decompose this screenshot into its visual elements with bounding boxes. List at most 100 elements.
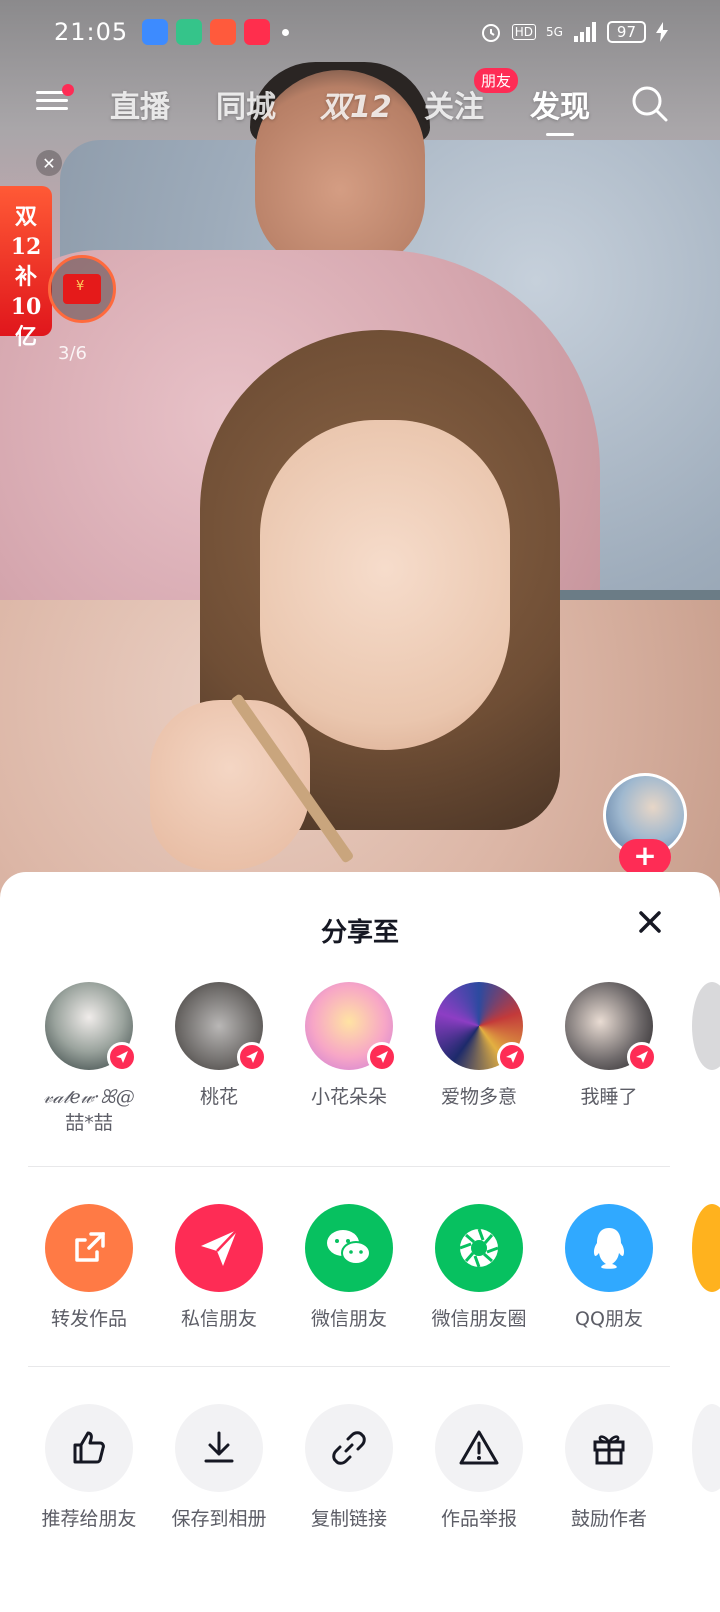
notification-dot (62, 84, 74, 96)
menu-button[interactable] (36, 84, 74, 116)
reward-author-button[interactable]: 鼓励作者 (544, 1404, 674, 1532)
share-targets-row: 转发作品 私信朋友 微信朋友 微信朋友圈 QQ朋友 (0, 1204, 720, 1344)
contact-item[interactable]: 小花朵朵 (284, 982, 414, 1110)
network-indicator: 5G (545, 25, 563, 39)
action-label: 复制链接 (310, 1508, 387, 1530)
gift-icon (565, 1404, 653, 1492)
video-player[interactable] (0, 0, 720, 920)
battery-indicator: 97 (606, 21, 646, 43)
share-moments-button[interactable]: 微信朋友圈 (414, 1204, 544, 1332)
action-label: 推荐给朋友 (41, 1508, 137, 1530)
avatar (565, 982, 657, 1072)
promo-line: 亿 (14, 324, 37, 350)
promo-count: 3/6 (58, 343, 87, 364)
friends-badge: 朋友 (474, 68, 519, 93)
signal-icon (573, 22, 596, 42)
avatar (175, 982, 267, 1072)
avatar (305, 982, 397, 1072)
send-icon (175, 1204, 263, 1292)
warning-icon (435, 1404, 523, 1492)
send-icon (627, 1042, 657, 1072)
tab-live[interactable]: 直播 (110, 82, 170, 126)
tab-local[interactable]: 同城 (216, 82, 276, 126)
app-notification-icon (142, 19, 169, 45)
close-icon[interactable] (636, 908, 664, 936)
notification-dot (282, 28, 290, 36)
status-time: 21:05 (54, 18, 129, 46)
contact-name: 桃花 (199, 1086, 238, 1108)
tab-following[interactable]: 关注 (424, 82, 484, 126)
thumbs-up-icon (45, 1404, 133, 1492)
search-icon[interactable] (630, 84, 670, 124)
wechat-icon (305, 1204, 393, 1292)
contact-item[interactable]: 桃花 (154, 982, 284, 1110)
recommend-to-friend-button[interactable]: 推荐给朋友 (24, 1404, 154, 1532)
close-promo-button[interactable]: ✕ (36, 150, 62, 176)
avatar (45, 982, 137, 1072)
save-to-album-button[interactable]: 保存到相册 (154, 1404, 284, 1532)
tab-double12[interactable]: 双12 (320, 82, 392, 126)
divider (28, 1366, 670, 1367)
send-icon (107, 1042, 137, 1072)
share-qq-button[interactable]: QQ朋友 (544, 1204, 674, 1332)
share-target-label: 转发作品 (50, 1308, 127, 1330)
action-label: 鼓励作者 (570, 1508, 647, 1530)
link-icon (305, 1404, 393, 1492)
actions-row: 推荐给朋友 保存到相册 复制链接 作品举报 鼓励作者 (0, 1404, 720, 1544)
red-packet-icon (63, 274, 101, 304)
share-target-partial[interactable] (692, 1204, 720, 1292)
share-target-label: 微信朋友圈 (431, 1308, 527, 1330)
send-icon (367, 1042, 397, 1072)
share-sheet: 分享至 𝓋𝒶𝓉𝑒𝓌·ꕤ@ 喆*喆 桃花 小花朵朵 爱物多意 我睡了 转发作品 私… (0, 872, 720, 1612)
avatar (435, 982, 527, 1072)
tab-discover[interactable]: 发现 (530, 82, 590, 136)
charging-icon (656, 22, 668, 42)
app-notification-icon (176, 19, 203, 45)
alarm-icon (481, 24, 500, 42)
share-target-label: QQ朋友 (575, 1308, 643, 1330)
send-icon (237, 1042, 267, 1072)
contact-item[interactable]: 爱物多意 (414, 982, 544, 1110)
contact-name: 我睡了 (580, 1086, 638, 1108)
report-button[interactable]: 作品举报 (414, 1404, 544, 1532)
top-nav: 直播 同城 双12 关注 朋友 发现 (0, 68, 720, 136)
share-target-label: 微信朋友 (310, 1308, 387, 1330)
app-notification-icon (244, 19, 271, 45)
promo-line: 10 (10, 294, 42, 320)
contact-name: 𝓋𝒶𝓉𝑒𝓌·ꕤ@ 喆*喆 (24, 1084, 154, 1136)
video-person-face (260, 420, 510, 750)
app-notification-icon (210, 19, 237, 45)
contact-item-partial[interactable] (692, 982, 720, 1070)
download-icon (175, 1404, 263, 1492)
send-icon (497, 1042, 527, 1072)
contact-item[interactable]: 我睡了 (544, 982, 674, 1110)
contacts-row: 𝓋𝒶𝓉𝑒𝓌·ꕤ@ 喆*喆 桃花 小花朵朵 爱物多意 我睡了 (0, 982, 720, 1134)
contact-name: 小花朵朵 (310, 1086, 387, 1108)
contact-name: 爱物多意 (440, 1086, 517, 1108)
share-forward-button[interactable]: 转发作品 (24, 1204, 154, 1332)
action-partial[interactable] (692, 1404, 720, 1492)
share-wechat-button[interactable]: 微信朋友 (284, 1204, 414, 1332)
forward-icon (45, 1204, 133, 1292)
promo-banner[interactable]: 双12 补 10 亿 (0, 186, 52, 350)
contact-item[interactable]: 𝓋𝒶𝓉𝑒𝓌·ꕤ@ 喆*喆 (24, 982, 154, 1136)
action-label: 保存到相册 (171, 1508, 267, 1530)
share-dm-button[interactable]: 私信朋友 (154, 1204, 284, 1332)
copy-link-button[interactable]: 复制链接 (284, 1404, 414, 1532)
moments-icon (435, 1204, 523, 1292)
hd-indicator: HD (511, 24, 536, 40)
status-app-icons (142, 19, 271, 45)
divider (28, 1166, 670, 1167)
contact-name-line: 喆*喆 (65, 1112, 113, 1134)
status-indicators: HD 5G 97 (480, 21, 668, 43)
promo-line: 补 (14, 264, 37, 290)
status-bar: 21:05 HD 5G 97 (0, 0, 720, 64)
qq-icon (565, 1204, 653, 1292)
video-person-hand (150, 700, 310, 870)
contact-name-line: 𝓋𝒶𝓉𝑒𝓌·ꕤ@ (43, 1086, 135, 1108)
follow-button[interactable]: + (619, 839, 671, 875)
red-packet-widget[interactable] (48, 255, 116, 323)
share-sheet-title: 分享至 (320, 918, 399, 948)
action-label: 作品举报 (440, 1508, 517, 1530)
promo-line: 双12 (10, 204, 42, 260)
